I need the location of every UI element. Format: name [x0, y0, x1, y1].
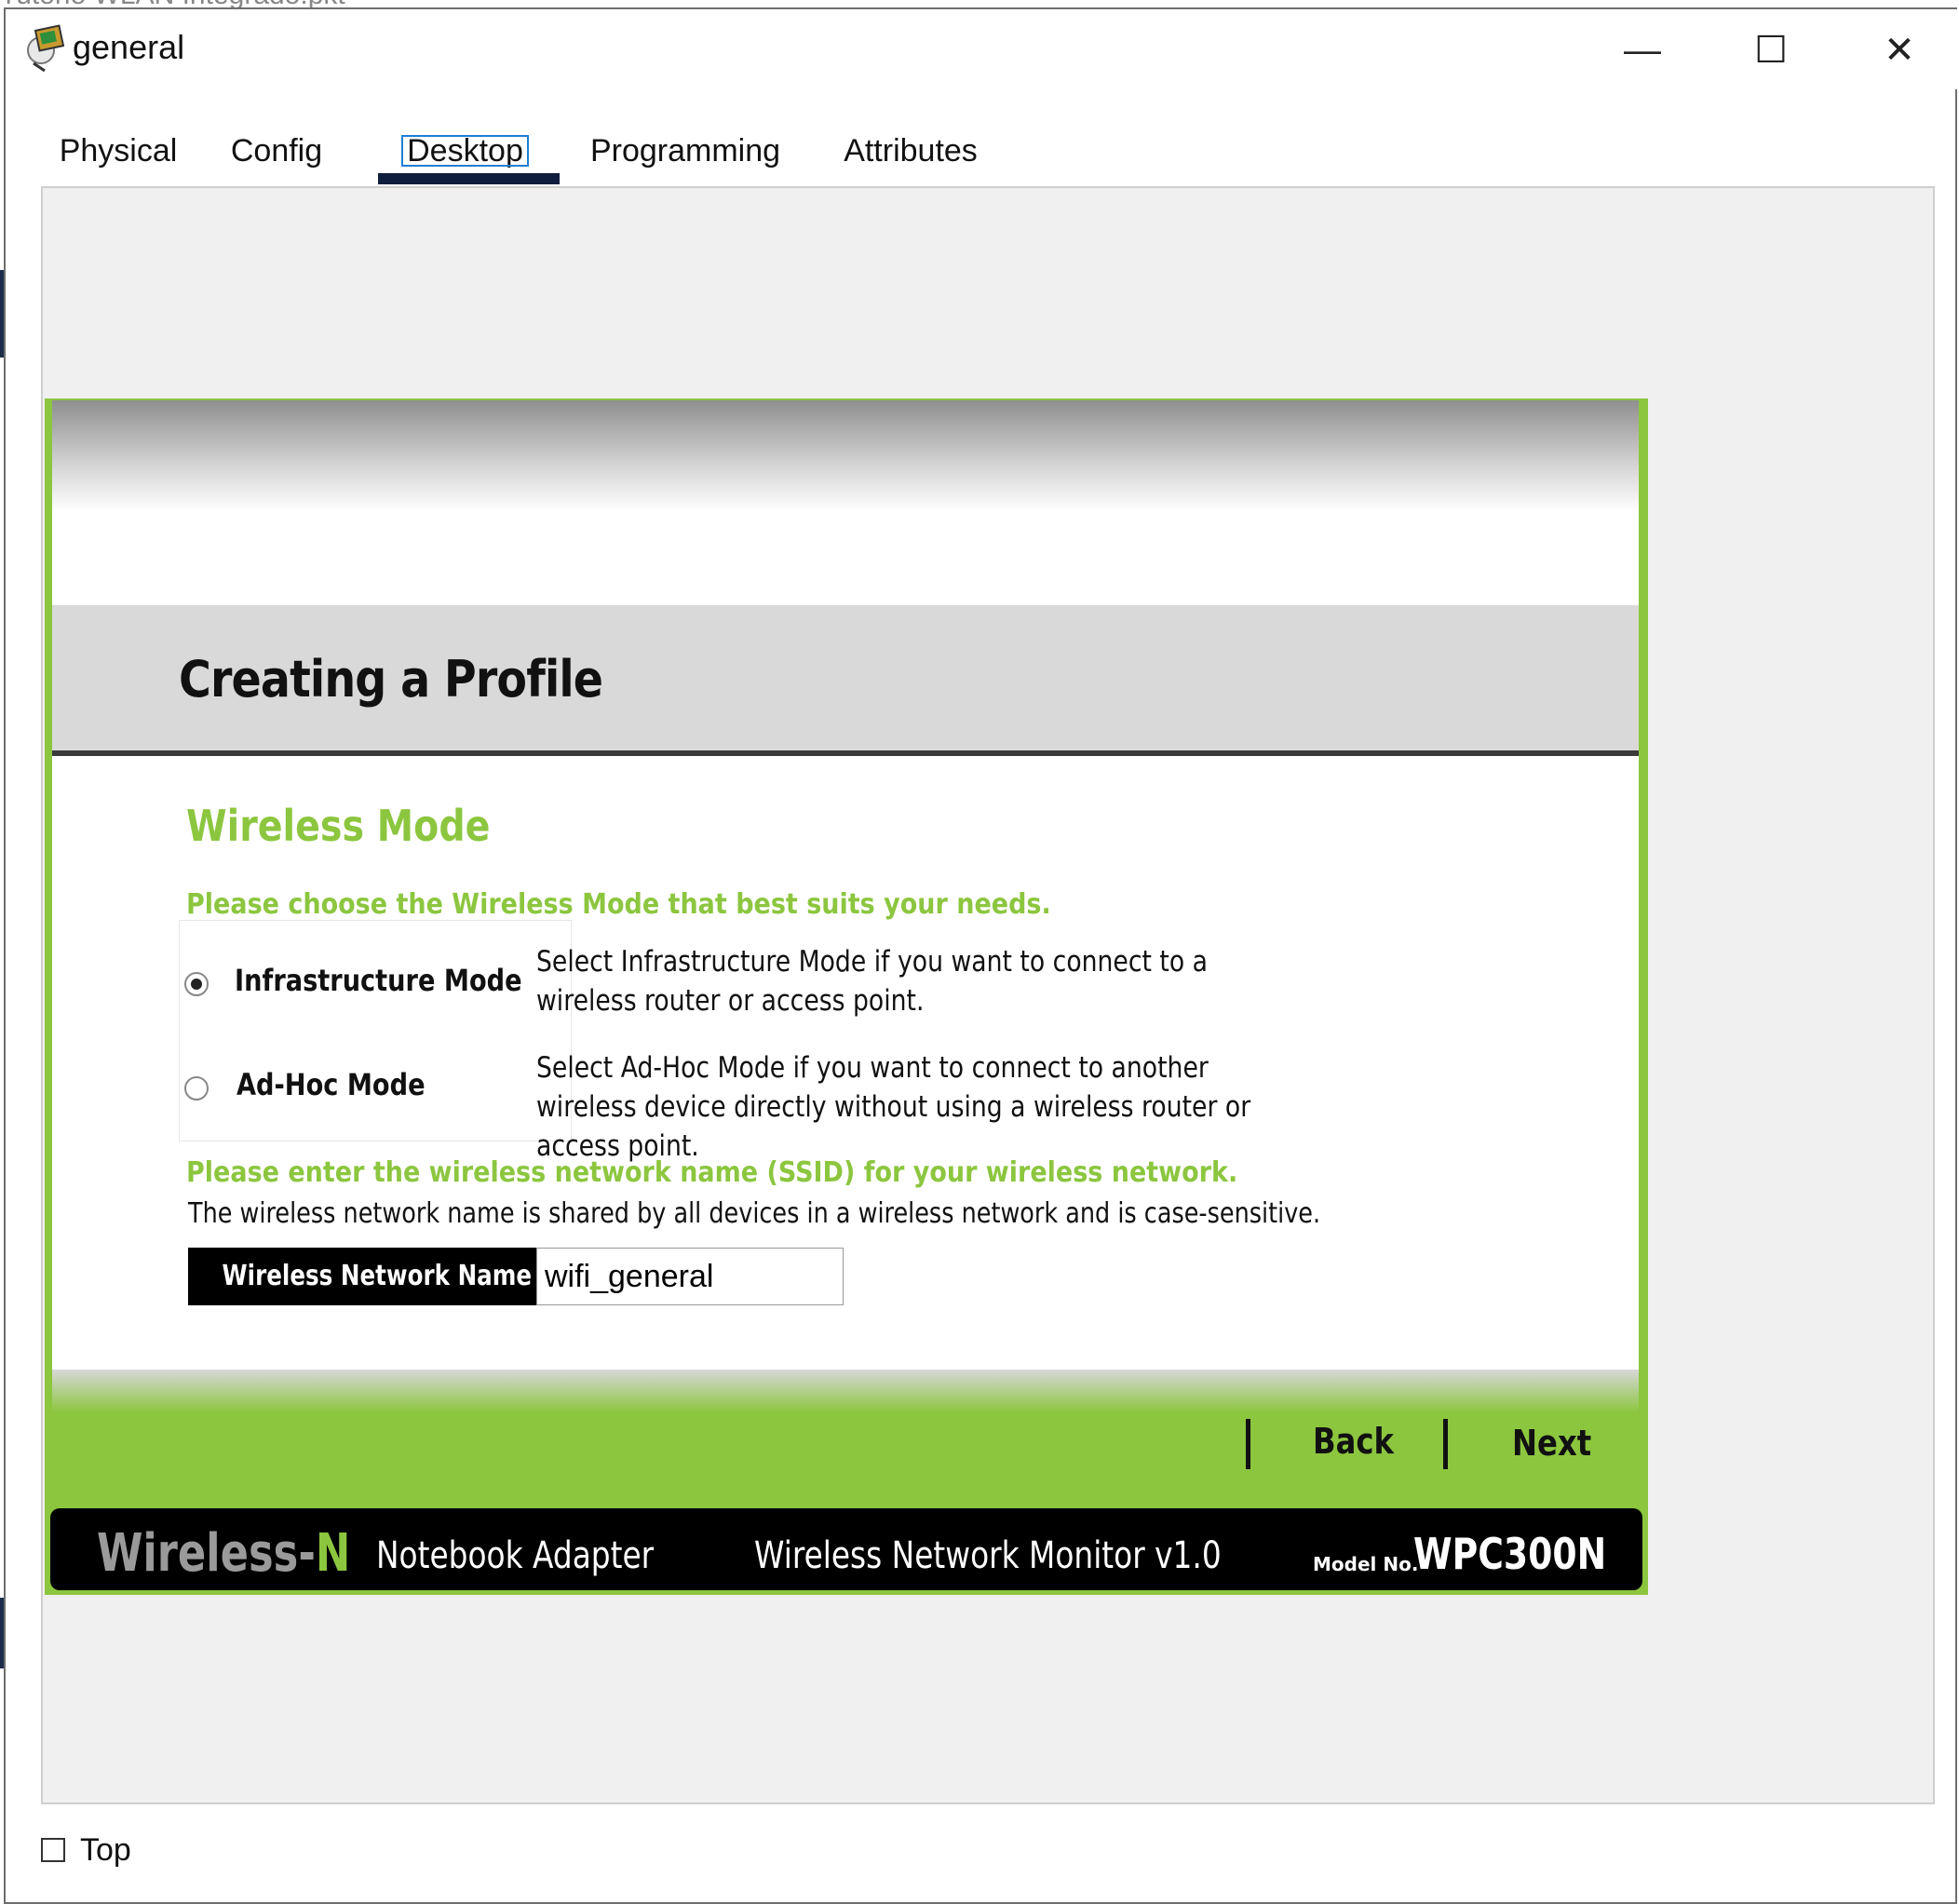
pc-wireless-wizard: Creating a Profile Wireless Mode Please …	[45, 398, 1648, 1595]
minimize-button[interactable]: —	[1614, 22, 1670, 78]
window-title: general	[73, 28, 185, 66]
tab-programming[interactable]: Programming	[583, 117, 788, 184]
tab-label: Physical	[59, 133, 178, 169]
close-icon: ✕	[1884, 30, 1915, 71]
ssid-field-label-text: Wireless Network Name	[222, 1260, 533, 1292]
wireless-mode-heading: Wireless Mode	[186, 801, 491, 851]
maximize-icon: ☐	[1754, 30, 1788, 71]
next-button[interactable]: Next	[1512, 1423, 1591, 1464]
ssid-help-text: The wireless network name is shared by a…	[188, 1197, 1321, 1230]
tab-label: Desktop	[401, 135, 529, 167]
close-button[interactable]: ✕	[1871, 22, 1927, 78]
infrastructure-mode-description: Select Infrastructure Mode if you want t…	[536, 945, 1209, 1018]
infrastructure-mode-label[interactable]: Infrastructure Mode	[235, 963, 522, 998]
ssid-prompt: Please enter the wireless network name (…	[186, 1156, 1238, 1189]
ad-hoc-mode-description: Select Ad-Hoc Mode if you want to connec…	[536, 1051, 1251, 1163]
wizard-bottom-gradient	[52, 1370, 1639, 1412]
tab-label: Config	[230, 133, 323, 169]
tab-physical[interactable]: Physical	[48, 117, 188, 184]
minimize-icon: —	[1624, 30, 1661, 71]
maximize-button[interactable]: ☐	[1743, 22, 1799, 78]
nav-separator	[1443, 1419, 1448, 1469]
title-bar[interactable]: general — ☐ ✕	[6, 9, 1957, 89]
page-title: Creating a Profile	[179, 650, 603, 709]
wizard-footer: Wireless-N Notebook Adapter Wireless Net…	[50, 1508, 1642, 1590]
back-button[interactable]: Back	[1313, 1421, 1394, 1462]
model-label: Model No.	[1313, 1553, 1419, 1575]
device-window: general — ☐ ✕ Physical Config Desktop Pr…	[4, 7, 1957, 1904]
wizard-top-gradient	[52, 400, 1639, 512]
packet-tracer-pc-icon	[27, 24, 65, 73]
wizard-content: Creating a Profile Wireless Mode Please …	[52, 400, 1639, 1371]
brand-text: Wireless-	[97, 1523, 316, 1584]
ad-hoc-mode-radio[interactable]	[184, 1076, 209, 1101]
wizard-header: Creating a Profile	[52, 605, 1639, 756]
wireless-mode-prompt: Please choose the Wireless Mode that bes…	[186, 888, 1051, 921]
active-tab-indicator	[378, 173, 560, 184]
infrastructure-mode-radio[interactable]	[184, 972, 209, 996]
tab-label: Attributes	[844, 133, 978, 169]
top-checkbox[interactable]	[41, 1838, 65, 1862]
mode-radio-group	[179, 920, 572, 1141]
nav-separator	[1246, 1419, 1250, 1469]
tab-config[interactable]: Config	[216, 117, 337, 184]
top-checkbox-label[interactable]: Top	[80, 1832, 131, 1869]
product-name: Notebook Adapter	[376, 1534, 655, 1577]
brand-logo: Wireless-N	[97, 1523, 350, 1584]
ssid-input[interactable]	[536, 1248, 844, 1305]
monitor-version: Wireless Network Monitor v1.0	[754, 1534, 1222, 1577]
tab-attributes[interactable]: Attributes	[827, 117, 994, 184]
ssid-field-label: Wireless Network Name	[188, 1248, 536, 1305]
ad-hoc-mode-label[interactable]: Ad-Hoc Mode	[236, 1067, 426, 1102]
tab-label: Programming	[589, 133, 781, 169]
model-number: WPC300N	[1413, 1529, 1607, 1579]
brand-n-text: N	[315, 1523, 351, 1584]
